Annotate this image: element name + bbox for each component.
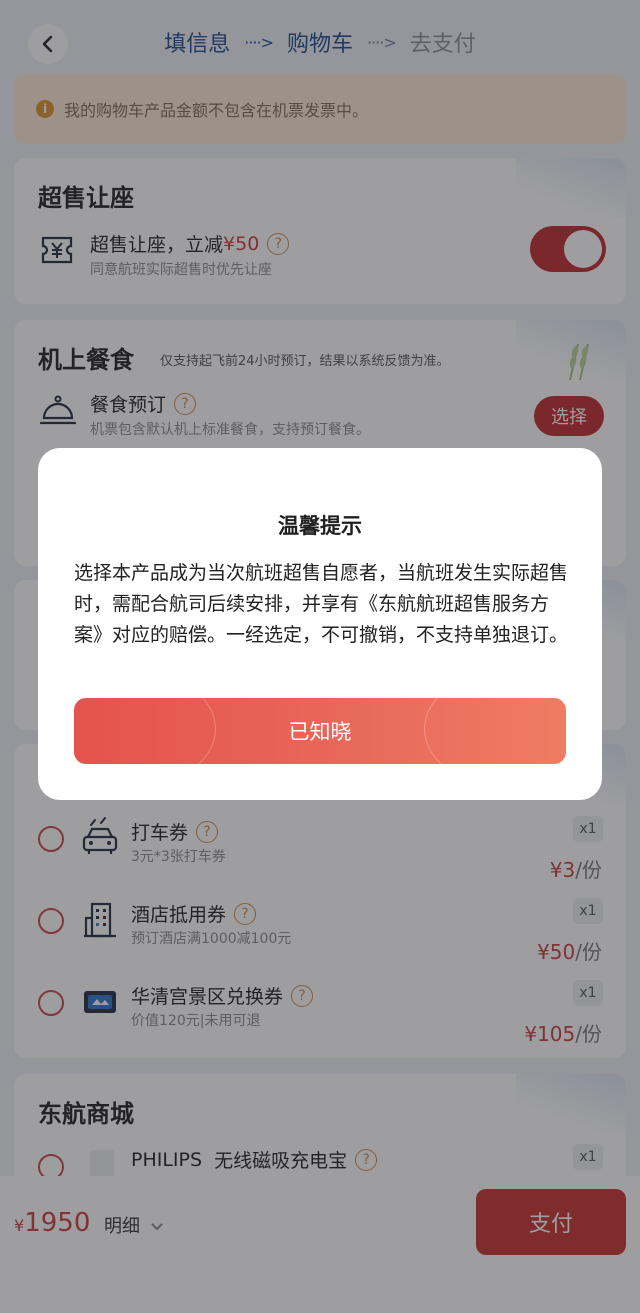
tip-dialog: 温馨提示 选择本产品成为当次航班超售自愿者，当航班发生实际超售时，需配合航司后续… xyxy=(38,448,602,800)
dialog-title: 温馨提示 xyxy=(278,514,362,538)
dialog-body: 选择本产品成为当次航班超售自愿者，当航班发生实际超售时，需配合航司后续安排，并享… xyxy=(74,562,569,646)
acknowledge-button[interactable]: 已知晓 xyxy=(74,698,566,764)
